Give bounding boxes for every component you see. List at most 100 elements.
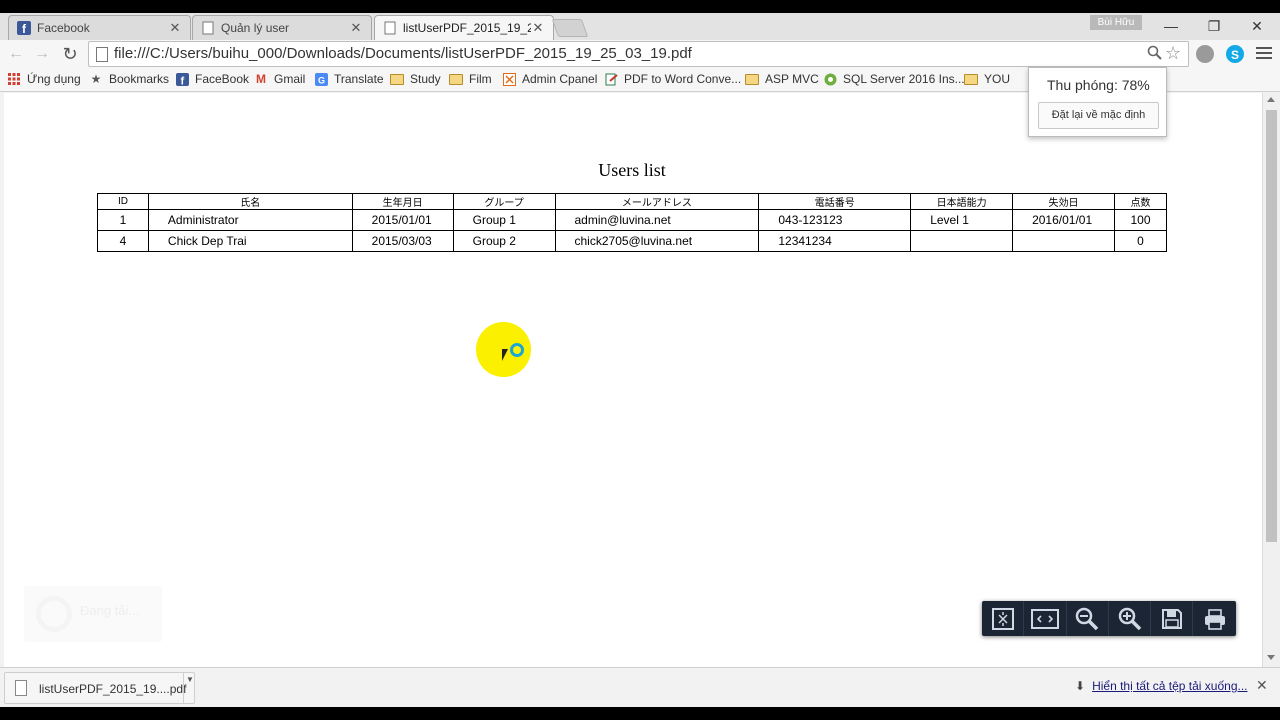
folder-icon — [390, 73, 404, 85]
print-button[interactable] — [1193, 601, 1235, 636]
cell-email: chick2705@luvina.net — [554, 230, 760, 252]
star-icon: ★ — [90, 72, 102, 86]
column-header: グループ — [452, 193, 556, 210]
minimize-button[interactable]: — — [1149, 14, 1193, 38]
pdf-file-icon — [15, 680, 27, 696]
restore-button[interactable]: ❐ — [1192, 14, 1236, 38]
apps-grid-icon — [7, 72, 21, 86]
zoom-in-button[interactable] — [1109, 601, 1152, 636]
column-header: 氏名 — [147, 193, 353, 210]
bookmark-sql-server[interactable]: SQL Server 2016 Ins... — [823, 72, 965, 86]
zoom-out-button[interactable] — [1067, 601, 1109, 636]
tab-title: Facebook — [37, 21, 90, 35]
cell-score: 0 — [1114, 230, 1167, 252]
forward-icon[interactable]: → — [31, 43, 53, 65]
sqlserver-icon — [823, 72, 837, 86]
page-icon — [96, 47, 108, 62]
scroll-thumb[interactable] — [1266, 110, 1277, 542]
bookmark-label: Translate — [334, 72, 384, 86]
close-icon[interactable]: ✕ — [168, 20, 182, 36]
back-icon[interactable]: ← — [5, 43, 27, 65]
column-header: メールアドレス — [554, 193, 760, 210]
bookmark-label: PDF to Word Conve... — [624, 72, 742, 86]
print-icon — [1204, 608, 1225, 630]
column-header: 電話番号 — [758, 193, 912, 210]
bookmark-label: Ứng dụng — [27, 72, 81, 86]
download-shelf: listUserPDF_2015_19....pdf ▼ ⬇ Hiển thị t… — [0, 667, 1280, 707]
bookmark-facebook[interactable]: f FaceBook — [175, 72, 249, 86]
chevron-down-icon[interactable]: ▼ — [183, 673, 196, 703]
column-header: 点数 — [1114, 193, 1167, 210]
bookmark-pdf-to-word[interactable]: PDF to Word Conve... — [604, 72, 741, 86]
bookmark-label: Admin Cpanel — [522, 72, 598, 86]
column-header: 失効日 — [1012, 193, 1116, 210]
close-window-button[interactable]: ✕ — [1235, 14, 1279, 38]
bookmark-study[interactable]: Study — [390, 72, 441, 86]
bookmark-gmail[interactable]: M Gmail — [254, 72, 305, 86]
bookmark-admin-cpanel[interactable]: Admin Cpanel — [502, 72, 597, 86]
show-all-downloads-link[interactable]: ⬇ Hiển thị tất cả tệp tải xuống... — [1075, 679, 1248, 693]
address-bar[interactable]: file:///C:/Users/buihu_000/Downloads/Doc… — [88, 41, 1189, 67]
cpanel-icon — [502, 72, 516, 86]
zoom-popup: Thu phóng: 78% Đặt lại về mặc định — [1028, 67, 1167, 137]
profile-badge[interactable]: Bùi Hữu — [1090, 15, 1142, 30]
zoom-indicator-icon[interactable] — [1147, 45, 1162, 64]
cell-expiry-date: 2016/01/01 — [1012, 209, 1116, 231]
document-title: Users list — [598, 160, 666, 180]
bookmark-translate[interactable]: G Translate — [314, 72, 384, 86]
scroll-up-icon[interactable] — [1267, 97, 1275, 102]
cell-group: Group 2 — [452, 230, 556, 252]
scroll-down-icon[interactable] — [1267, 655, 1275, 660]
close-icon[interactable]: ✕ — [531, 20, 545, 36]
skype-icon[interactable]: S — [1226, 45, 1244, 63]
tab-title: listUserPDF_2015_19_25_0 — [403, 21, 531, 35]
gmail-icon: M — [256, 72, 266, 86]
reset-zoom-button[interactable]: Đặt lại về mặc định — [1038, 102, 1159, 129]
translate-icon: G — [314, 72, 328, 86]
bookmark-you[interactable]: YOU — [964, 72, 1010, 86]
close-icon[interactable]: ✕ — [349, 20, 363, 36]
tab-strip: f Facebook ✕ Quản lý user ✕ listUserPDF_… — [0, 13, 1280, 40]
spinner-icon — [36, 596, 72, 632]
save-button[interactable] — [1151, 601, 1194, 636]
svg-text:G: G — [318, 75, 325, 85]
tab-quan-ly-user[interactable]: Quản lý user ✕ — [192, 15, 372, 40]
browser-window: f Facebook ✕ Quản lý user ✕ listUserPDF_… — [0, 0, 1280, 720]
bookmark-star-icon[interactable]: ☆ — [1165, 43, 1181, 64]
save-icon — [1161, 608, 1182, 629]
table-row: 1 Administrator 2015/01/01 Group 1 admin… — [97, 209, 1167, 231]
zoom-level-label: Thu phóng: 78% — [1047, 77, 1150, 93]
tab-title: Quản lý user — [221, 21, 290, 35]
bookmark-label: Film — [469, 72, 492, 86]
cell-expiry-date — [1012, 230, 1116, 252]
zoom-in-icon — [1118, 607, 1141, 630]
menu-icon[interactable] — [1256, 44, 1272, 62]
cell-japanese-level — [910, 230, 1014, 252]
download-item[interactable]: listUserPDF_2015_19....pdf ▼ — [4, 672, 195, 704]
mouse-cursor-icon — [502, 349, 508, 361]
fit-page-button[interactable] — [982, 601, 1025, 636]
bookmark-film[interactable]: Film — [449, 72, 492, 86]
close-icon[interactable]: ✕ — [1256, 677, 1268, 694]
extension-icon[interactable] — [1196, 45, 1214, 63]
bookmark-asp-mvc[interactable]: ASP MVC — [745, 72, 819, 86]
bookmark-label: ASP MVC — [765, 72, 819, 86]
bookmark-apps[interactable]: Ứng dụng — [7, 72, 81, 86]
cell-id: 1 — [97, 209, 149, 231]
tab-pdf[interactable]: listUserPDF_2015_19_25_0 ✕ — [374, 15, 554, 40]
bookmark-bookmarks[interactable]: ★ Bookmarks — [89, 72, 169, 86]
vertical-scrollbar[interactable] — [1262, 93, 1280, 667]
reload-icon[interactable]: ↻ — [59, 43, 81, 65]
bookmark-label: FaceBook — [195, 72, 250, 86]
cell-name: Administrator — [147, 209, 353, 231]
new-tab-button[interactable] — [551, 19, 589, 37]
screen-border-bottom — [0, 707, 1280, 720]
screen-border-top — [0, 0, 1280, 13]
tab-facebook[interactable]: f Facebook ✕ — [8, 15, 191, 40]
column-header: ID — [97, 193, 149, 210]
fit-width-button[interactable] — [1024, 601, 1067, 636]
bookmark-label: Gmail — [274, 72, 306, 86]
pdf-viewport[interactable]: Users list ID 氏名 生年月日 グループ メールアドレス 電話番号 … — [4, 93, 1262, 667]
folder-icon — [964, 73, 978, 85]
url-text[interactable]: file:///C:/Users/buihu_000/Downloads/Doc… — [114, 45, 692, 62]
